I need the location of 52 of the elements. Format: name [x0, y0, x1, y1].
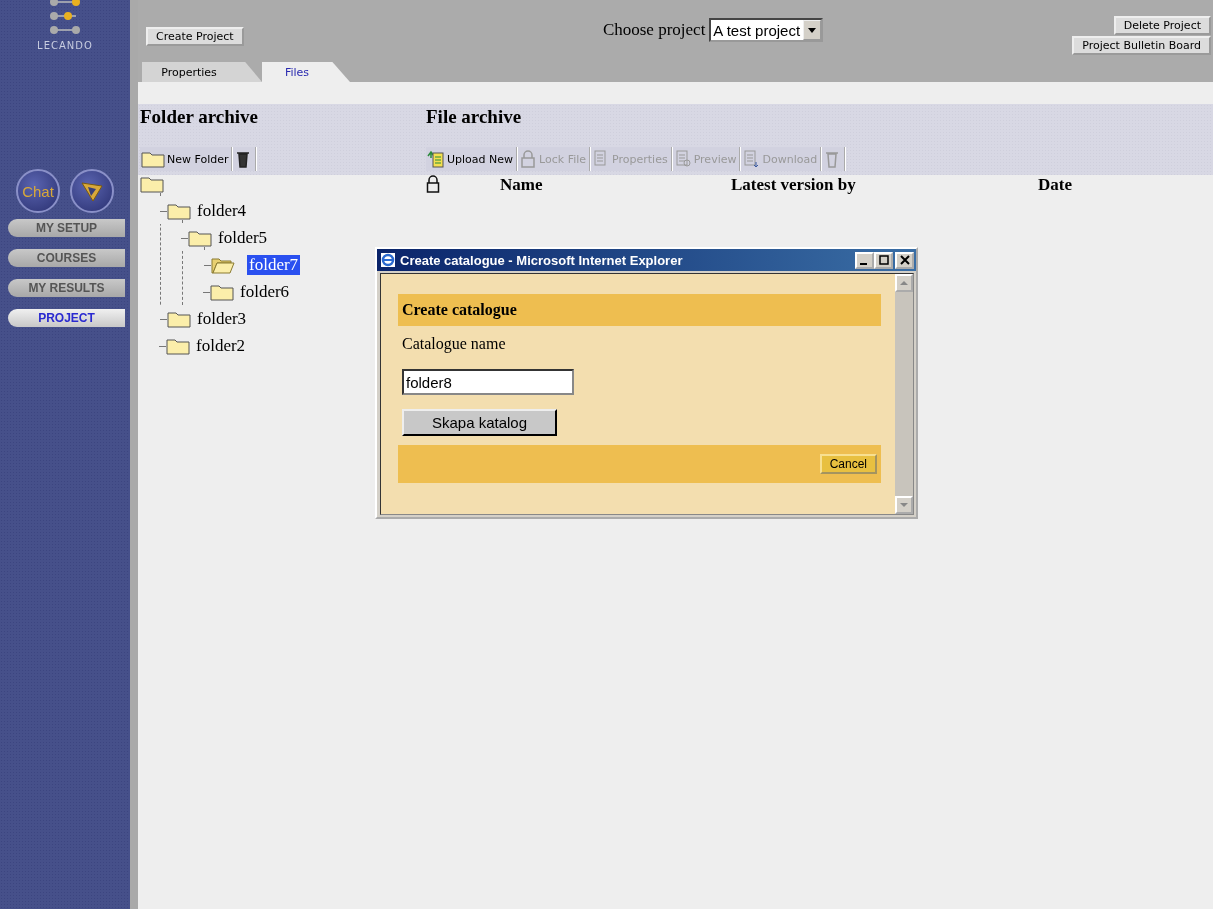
maximize-icon [878, 255, 889, 265]
section-title: File archive [426, 105, 523, 129]
create-project-button[interactable]: Create Project [146, 27, 244, 46]
dialog-heading: Create catalogue [398, 294, 881, 326]
folder-icon [167, 201, 191, 220]
magnifier-document-icon [673, 150, 692, 168]
folder-label[interactable]: folder3 [195, 308, 249, 329]
column-header: Date [1038, 175, 1073, 195]
section-title: Folder archive [140, 105, 260, 129]
minimize-icon [860, 262, 867, 265]
dialog-title: Create catalogue - Microsoft Internet Explorer [400, 252, 684, 268]
project-action-button[interactable]: Delete Project [1113, 16, 1211, 35]
padlock-icon [519, 150, 538, 168]
folder-label[interactable]: folder2 [194, 335, 248, 356]
catalogue-name-field[interactable]: folder8 [402, 369, 574, 395]
minimize-button[interactable] [855, 251, 874, 269]
logo-text: LECANDO [37, 40, 93, 51]
nav-button[interactable]: MY SETUP [8, 219, 125, 237]
project-select[interactable]: A test project [709, 18, 824, 42]
nav-button[interactable]: COURSES [8, 249, 125, 267]
download-document-icon [742, 150, 761, 168]
column-header: Name [500, 175, 544, 195]
maximize-button[interactable] [874, 251, 893, 269]
create-catalogue-button[interactable]: Skapa katalog [402, 409, 557, 436]
project-action-button[interactable]: Project Bulletin Board [1072, 36, 1211, 55]
open-folder-icon [211, 255, 235, 274]
delete-folder-button[interactable] [233, 147, 258, 171]
folder-icon [188, 228, 212, 247]
tab[interactable]: Properties [142, 62, 262, 82]
cancel-button[interactable]: Cancel [819, 454, 877, 474]
folder-label[interactable]: folder4 [195, 200, 249, 221]
document-arrow-icon [427, 150, 445, 168]
folder-icon [167, 309, 191, 328]
folder-label[interactable]: folder6 [238, 281, 292, 302]
nav-button[interactable]: MY RESULTS [8, 279, 125, 297]
scrollbar[interactable] [895, 274, 913, 514]
project-label: Choose project [602, 20, 706, 40]
folder-label[interactable]: folder5 [216, 227, 270, 248]
close-button[interactable] [895, 251, 914, 269]
browser-e-icon [380, 252, 396, 268]
folder-icon [210, 282, 234, 301]
padlock-icon [426, 175, 440, 193]
field-label: Catalogue name [402, 335, 506, 353]
toolbar-button[interactable]: Upload New [426, 147, 519, 171]
folder-icon [166, 336, 190, 355]
column-header: Latest version by [731, 175, 857, 195]
tab[interactable]: Files [262, 62, 350, 82]
new-folder-button[interactable]: New Folder [140, 147, 234, 171]
folder-icon [141, 150, 165, 168]
nav-button[interactable]: PROJECT [8, 309, 125, 327]
close-icon [899, 255, 910, 265]
folder-label[interactable]: folder7 [247, 254, 301, 275]
